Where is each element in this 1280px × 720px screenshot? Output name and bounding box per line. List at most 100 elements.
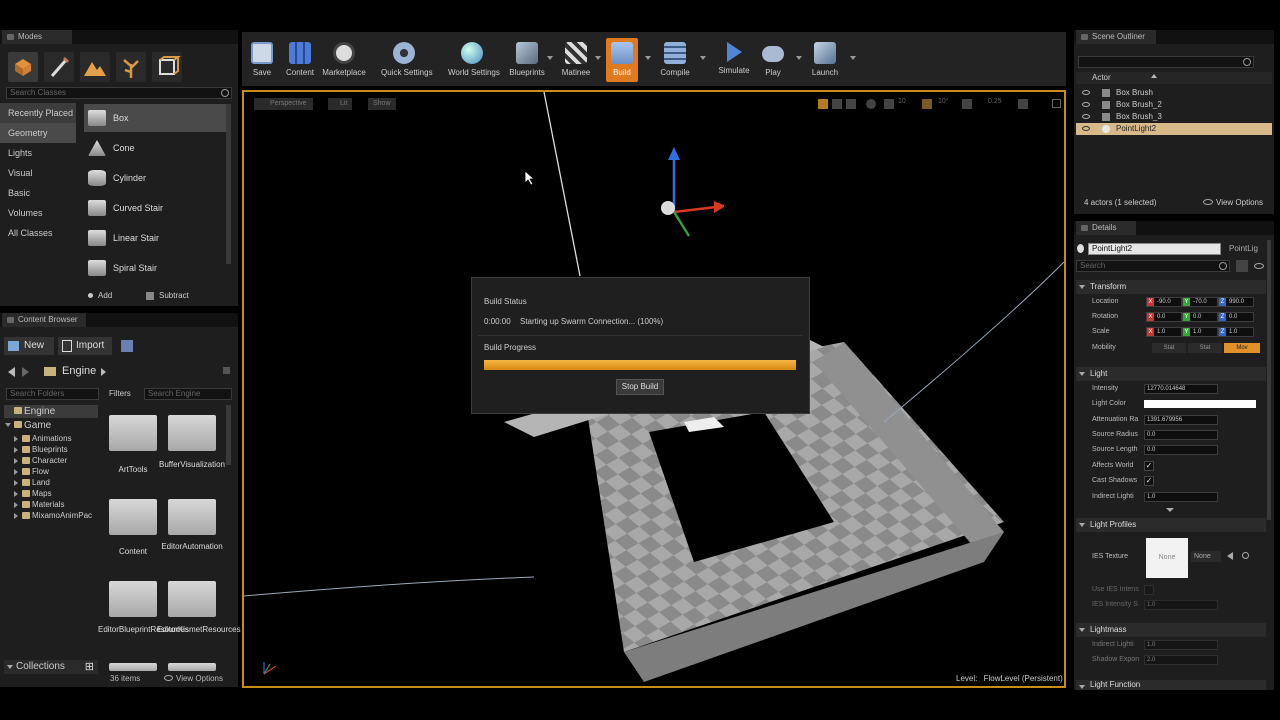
- content-view-options[interactable]: View Options: [164, 674, 223, 683]
- property-matrix-icon[interactable]: [1236, 260, 1248, 272]
- actor-class-link[interactable]: PointLig: [1229, 244, 1258, 253]
- outliner-row-box-brush-2[interactable]: Box Brush_2: [1076, 99, 1272, 111]
- item-curved-stair[interactable]: Curved Stair: [84, 194, 226, 222]
- expand-arrow-icon[interactable]: [14, 447, 18, 453]
- landscape-mode-icon[interactable]: [80, 52, 110, 82]
- expand-arrow-icon[interactable]: [14, 458, 18, 464]
- quick-settings-button[interactable]: Quick Settings: [381, 40, 433, 82]
- scale-icon[interactable]: [846, 99, 856, 109]
- outliner-row-box-brush-3[interactable]: Box Brush_3: [1076, 111, 1272, 123]
- light-function-section-header[interactable]: Light Function: [1076, 680, 1266, 690]
- add-collection-icon[interactable]: ⊞: [85, 662, 94, 673]
- expand-arrow-icon[interactable]: [14, 436, 18, 442]
- expand-arrow-icon[interactable]: [14, 491, 18, 497]
- actor-column-header[interactable]: Actor: [1076, 72, 1272, 84]
- location-x-field[interactable]: X -90.0: [1146, 297, 1182, 307]
- maximize-icon[interactable]: [1052, 99, 1061, 108]
- lightmass-section-header[interactable]: Lightmass: [1076, 623, 1266, 637]
- add-radio[interactable]: Add: [88, 291, 112, 300]
- build-button[interactable]: Build: [606, 38, 638, 82]
- details-search-input[interactable]: Search: [1076, 260, 1230, 272]
- import-button[interactable]: Import: [58, 337, 112, 355]
- scale-snap-value[interactable]: 0.25: [988, 98, 1002, 105]
- forward-arrow-icon[interactable]: [22, 367, 29, 377]
- compile-button[interactable]: Compile: [653, 40, 697, 82]
- mobility-static-button[interactable]: Stat: [1152, 343, 1186, 353]
- outliner-search-input[interactable]: [1078, 56, 1254, 68]
- source-length-field[interactable]: 0.0: [1144, 445, 1218, 455]
- details-view-eye-icon[interactable]: [1254, 263, 1264, 269]
- breadcrumb-engine[interactable]: Engine: [62, 365, 96, 377]
- collections-bar[interactable]: Collections ⊞: [4, 660, 98, 674]
- cast-shadows-checkbox[interactable]: ✓: [1144, 476, 1154, 486]
- marketplace-button[interactable]: Marketplace: [322, 40, 366, 82]
- search-engine-input[interactable]: Search Engine: [144, 388, 232, 400]
- rotation-snap-icon[interactable]: [922, 99, 932, 109]
- expand-arrow-icon[interactable]: [14, 513, 18, 519]
- scale-x-field[interactable]: X 1.0: [1146, 327, 1182, 337]
- modes-tab[interactable]: Modes: [2, 30, 72, 44]
- scene-outliner-tab[interactable]: Scene Outliner: [1076, 30, 1156, 44]
- intensity-field[interactable]: 12770.014648: [1144, 384, 1218, 394]
- asset-scrollbar[interactable]: [226, 405, 231, 465]
- rotation-y-field[interactable]: Y 0.0: [1182, 312, 1218, 322]
- lit-button[interactable]: Lit: [328, 98, 353, 110]
- content-browser-tab[interactable]: Content Browser: [2, 313, 86, 327]
- new-button[interactable]: New: [4, 337, 54, 355]
- perspective-button[interactable]: Perspective: [254, 98, 313, 110]
- folder-thumbnail-icon[interactable]: [168, 499, 216, 535]
- outliner-view-options[interactable]: View Options: [1203, 198, 1263, 207]
- ies-intensity-field[interactable]: 1.0: [1144, 600, 1218, 610]
- rotation-z-field[interactable]: Z 0.0: [1218, 312, 1254, 322]
- expand-advanced-icon[interactable]: [1166, 508, 1174, 512]
- folder-thumbnail-icon[interactable]: [109, 415, 157, 451]
- outliner-row-box-brush[interactable]: Box Brush: [1076, 87, 1272, 99]
- rotation-snap-value[interactable]: 10°: [938, 98, 949, 105]
- shadow-exp-field[interactable]: 2.0: [1144, 655, 1218, 665]
- scale-z-field[interactable]: Z 1.0: [1218, 327, 1254, 337]
- ies-texture-dropdown[interactable]: None: [1191, 551, 1221, 562]
- matinee-button[interactable]: Matinee: [554, 40, 598, 82]
- tree-blueprints[interactable]: Blueprints: [12, 444, 68, 455]
- folder-thumbnail-icon[interactable]: [168, 663, 216, 671]
- use-ies-checkbox[interactable]: [1144, 585, 1154, 595]
- indirect-field[interactable]: 1.0: [1144, 492, 1218, 502]
- simulate-button[interactable]: Simulate: [712, 40, 756, 82]
- compile-dropdown-icon[interactable]: [700, 56, 706, 60]
- tree-land[interactable]: Land: [12, 477, 50, 488]
- tree-character[interactable]: Character: [12, 455, 67, 466]
- show-button[interactable]: Show: [368, 98, 396, 110]
- foliage-mode-icon[interactable]: [116, 52, 146, 82]
- modes-scrollbar[interactable]: [226, 104, 231, 264]
- blueprints-button[interactable]: Blueprints: [505, 40, 549, 82]
- item-spiral-stair[interactable]: Spiral Stair: [84, 254, 226, 282]
- light-profiles-section-header[interactable]: Light Profiles: [1076, 518, 1266, 532]
- build-dropdown-icon[interactable]: [645, 56, 651, 60]
- grid-snap-value[interactable]: 10: [898, 98, 906, 105]
- stop-build-button[interactable]: Stop Build: [616, 379, 664, 395]
- details-tab[interactable]: Details: [1076, 221, 1136, 235]
- tree-maps[interactable]: Maps: [12, 488, 52, 499]
- geometry-mode-icon[interactable]: [152, 52, 182, 82]
- transform-gizmo-icon[interactable]: [644, 142, 724, 242]
- filters-button[interactable]: Filters: [109, 389, 131, 398]
- lock-icon[interactable]: [223, 367, 230, 374]
- ies-thumbnail[interactable]: None: [1146, 538, 1188, 578]
- subtract-radio[interactable]: Subtract: [146, 291, 189, 300]
- tree-game[interactable]: Game: [4, 419, 51, 432]
- expand-arrow-icon[interactable]: [14, 502, 18, 508]
- visibility-eye-icon[interactable]: [1082, 126, 1090, 131]
- source-radius-field[interactable]: 0.0: [1144, 430, 1218, 440]
- rotate-icon[interactable]: [832, 99, 842, 109]
- lm-indirect-field[interactable]: 1.0: [1144, 640, 1218, 650]
- scale-snap-icon[interactable]: [962, 99, 972, 109]
- item-cone[interactable]: Cone: [84, 134, 226, 162]
- play-button[interactable]: Play: [751, 40, 795, 82]
- launch-button[interactable]: Launch: [803, 40, 847, 82]
- item-box[interactable]: Box: [84, 104, 226, 132]
- expand-arrow-icon[interactable]: [5, 423, 11, 427]
- location-y-field[interactable]: Y -70.0: [1182, 297, 1218, 307]
- search-classes-input[interactable]: Search Classes: [6, 87, 232, 99]
- grid-snap-icon[interactable]: [884, 99, 894, 109]
- visibility-eye-icon[interactable]: [1082, 90, 1090, 95]
